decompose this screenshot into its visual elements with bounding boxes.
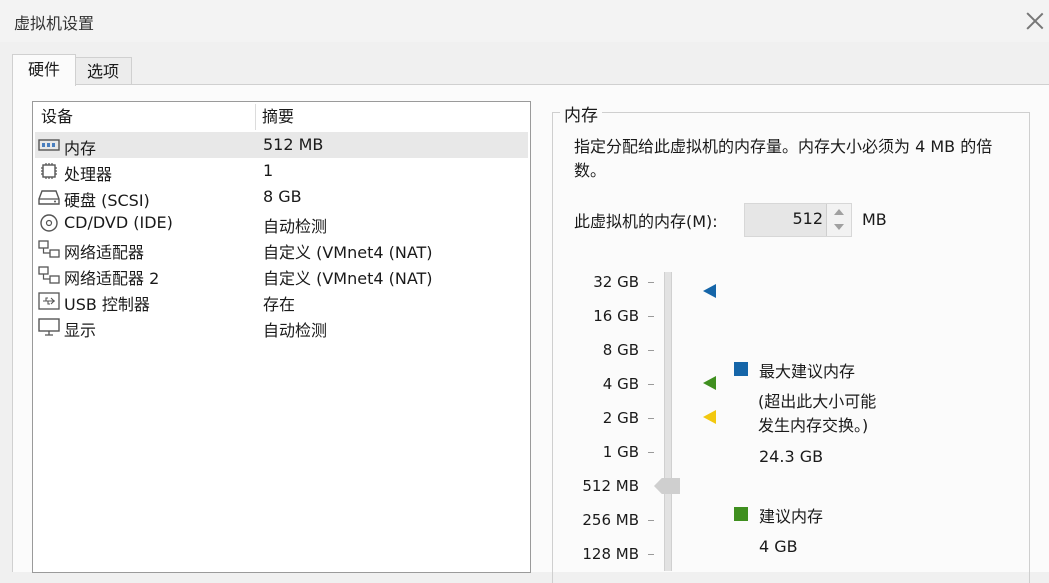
note-line-2: 发生内存交换。) bbox=[758, 416, 869, 435]
device-summary: 8 GB bbox=[263, 187, 302, 206]
recommended-marker bbox=[703, 410, 716, 424]
device-name: 网络适配器 2 bbox=[64, 269, 160, 288]
scale-label-8gb: 8 GB bbox=[602, 341, 639, 359]
device-summary: 存在 bbox=[263, 295, 296, 314]
device-name: 网络适配器 bbox=[64, 243, 145, 262]
scale-tick bbox=[648, 350, 654, 351]
close-icon[interactable] bbox=[1024, 10, 1046, 32]
tab-hardware[interactable]: 硬件 bbox=[12, 54, 76, 86]
scale-label-16gb: 16 GB bbox=[593, 307, 639, 325]
processor-icon bbox=[38, 162, 60, 180]
scale-label-1gb: 1 GB bbox=[602, 443, 639, 461]
scale-tick bbox=[648, 384, 654, 385]
usb-icon bbox=[38, 292, 60, 310]
spin-down-icon[interactable] bbox=[834, 224, 844, 230]
device-row-processor[interactable]: 处理器 1 bbox=[35, 158, 528, 184]
network-adapter-icon bbox=[38, 240, 60, 258]
device-name: 处理器 bbox=[64, 165, 113, 184]
memory-field-label: 此虚拟机的内存(M): bbox=[574, 212, 718, 231]
max-recommended-note: (超出此大小可能 发生内存交换。) bbox=[758, 390, 876, 438]
max-recommended-marker bbox=[703, 376, 716, 390]
hard-disk-icon bbox=[38, 188, 60, 206]
spin-up-icon[interactable] bbox=[834, 209, 844, 215]
tab-options[interactable]: 选项 bbox=[74, 57, 132, 85]
display-icon bbox=[38, 318, 60, 336]
device-row-network-adapter-2[interactable]: 网络适配器 2 自定义 (VMnet4 (NAT) bbox=[35, 262, 528, 288]
device-row-display[interactable]: 显示 自动检测 bbox=[35, 314, 528, 340]
title-bar: 虚拟机设置 bbox=[0, 0, 1049, 42]
scale-label-2gb: 2 GB bbox=[602, 409, 639, 427]
column-separator[interactable] bbox=[255, 104, 256, 130]
recommended-value: 4 GB bbox=[759, 537, 798, 556]
device-row-cd-dvd[interactable]: CD/DVD (IDE) 自动检测 bbox=[35, 210, 528, 236]
device-row-usb-controller[interactable]: USB 控制器 存在 bbox=[35, 288, 528, 314]
scale-tick bbox=[648, 418, 654, 419]
device-column-header[interactable]: 设备 bbox=[41, 102, 73, 130]
device-name: 内存 bbox=[64, 139, 97, 158]
scale-label-128mb: 128 MB bbox=[582, 545, 639, 563]
device-summary: 1 bbox=[263, 161, 274, 180]
memory-slider-track[interactable] bbox=[664, 272, 672, 571]
device-row-network-adapter[interactable]: 网络适配器 自定义 (VMnet4 (NAT) bbox=[35, 236, 528, 262]
memory-icon bbox=[38, 136, 60, 154]
memory-group-title: 内存 bbox=[560, 101, 602, 126]
device-name: CD/DVD (IDE) bbox=[64, 213, 173, 232]
scale-label-256mb: 256 MB bbox=[582, 511, 639, 529]
memory-spinbox[interactable]: 512 bbox=[744, 203, 852, 237]
scale-tick bbox=[648, 554, 654, 555]
max-recommended-label: 最大建议内存 bbox=[759, 362, 856, 381]
network-adapter-icon bbox=[38, 266, 60, 284]
scale-tick bbox=[648, 282, 654, 283]
device-summary: 自定义 (VMnet4 (NAT) bbox=[263, 243, 433, 262]
cd-dvd-icon bbox=[38, 214, 60, 232]
memory-unit: MB bbox=[862, 210, 887, 229]
memory-value[interactable]: 512 bbox=[792, 209, 823, 228]
max-recommended-legend-swatch bbox=[734, 362, 748, 376]
device-summary: 自动检测 bbox=[263, 321, 328, 340]
scale-label-4gb: 4 GB bbox=[602, 375, 639, 393]
device-summary: 自定义 (VMnet4 (NAT) bbox=[263, 269, 433, 288]
scale-label-32gb: 32 GB bbox=[593, 273, 639, 291]
device-summary: 512 MB bbox=[263, 135, 324, 154]
max-recommended-value: 24.3 GB bbox=[759, 447, 824, 466]
device-list: 设备 摘要 内存 512 MB 处理器 1 硬盘 (SCSI) 8 GB CD/… bbox=[32, 101, 531, 573]
device-name: USB 控制器 bbox=[64, 295, 150, 314]
max-memory-marker bbox=[703, 284, 716, 298]
device-summary: 自动检测 bbox=[263, 217, 328, 236]
recommended-legend-swatch bbox=[734, 507, 748, 521]
summary-column-header[interactable]: 摘要 bbox=[262, 102, 294, 130]
scale-tick bbox=[648, 452, 654, 453]
scale-tick bbox=[648, 316, 654, 317]
scale-label-512mb: 512 MB bbox=[582, 477, 639, 495]
device-row-memory[interactable]: 内存 512 MB bbox=[35, 132, 528, 158]
device-row-hard-disk[interactable]: 硬盘 (SCSI) 8 GB bbox=[35, 184, 528, 210]
scale-tick bbox=[648, 520, 654, 521]
device-name: 硬盘 (SCSI) bbox=[64, 191, 150, 210]
spin-buttons bbox=[826, 204, 851, 236]
memory-description: 指定分配给此虚拟机的内存量。内存大小必须为 4 MB 的倍数。 bbox=[574, 137, 993, 180]
device-name: 显示 bbox=[64, 321, 97, 340]
window-title: 虚拟机设置 bbox=[14, 14, 95, 33]
note-line-1: (超出此大小可能 bbox=[758, 392, 877, 411]
recommended-label: 建议内存 bbox=[759, 507, 824, 526]
